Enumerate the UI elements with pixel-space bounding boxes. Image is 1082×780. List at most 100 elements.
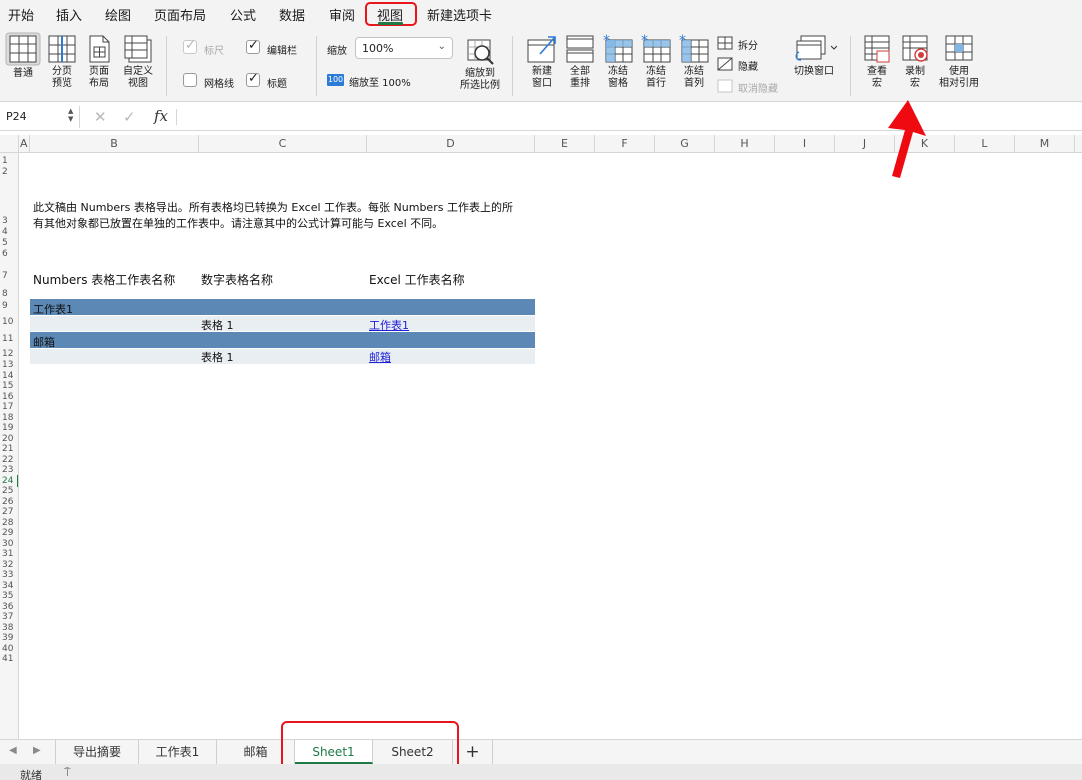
arrange-all-button[interactable]: 全部 重排 bbox=[562, 34, 598, 90]
row-header[interactable]: 21 bbox=[0, 444, 18, 454]
row-header[interactable]: 19 bbox=[0, 423, 18, 433]
row-header[interactable]: 6 bbox=[0, 249, 18, 259]
tab-data[interactable]: 数据 bbox=[279, 5, 305, 24]
tab-page-layout[interactable]: 页面布局 bbox=[154, 5, 206, 24]
select-all-corner[interactable] bbox=[0, 135, 19, 153]
row-header[interactable]: 10 bbox=[0, 317, 18, 327]
row-header[interactable]: 18 bbox=[0, 413, 18, 423]
page-layout-view-button[interactable]: 页面 布局 bbox=[82, 34, 116, 90]
record-macro-button[interactable]: 录制 宏 bbox=[898, 34, 932, 90]
row-header[interactable]: 36 bbox=[0, 602, 18, 612]
switch-windows-button[interactable]: 切换窗口 bbox=[788, 34, 840, 78]
name-box-value: P24 bbox=[6, 110, 27, 123]
confirm-icon[interactable]: ✓ bbox=[123, 108, 136, 126]
status-bar: 就绪 ⍑ bbox=[0, 764, 1082, 780]
name-box-stepper-icon[interactable]: ▲ ▼ bbox=[68, 107, 73, 123]
use-relative-references-button[interactable]: 使用 相对引用 bbox=[934, 34, 984, 90]
row-header[interactable]: 27 bbox=[0, 507, 18, 517]
column-header[interactable]: I bbox=[775, 135, 835, 153]
next-sheet-icon[interactable]: ▶ bbox=[33, 745, 41, 756]
zoom-to-selection-button[interactable]: 缩放到 所选比例 bbox=[456, 38, 504, 92]
row-header[interactable]: 28 bbox=[0, 518, 18, 528]
row-header[interactable]: 25 bbox=[0, 486, 18, 496]
row-header[interactable]: 14 bbox=[0, 371, 18, 381]
row-header[interactable]: 15 bbox=[0, 381, 18, 391]
formula-input[interactable] bbox=[180, 106, 1080, 128]
view-macros-button[interactable]: 查看 宏 bbox=[860, 34, 894, 90]
row-header[interactable]: 16 bbox=[0, 392, 18, 402]
row-header[interactable]: 3 bbox=[0, 216, 18, 226]
formula-bar-checkbox[interactable]: ✓ bbox=[246, 38, 260, 54]
row-header[interactable]: 35 bbox=[0, 591, 18, 601]
row-header[interactable]: 26 bbox=[0, 497, 18, 507]
record-macro-icon bbox=[902, 35, 928, 62]
row-header[interactable]: 40 bbox=[0, 644, 18, 654]
row-header[interactable]: 4 bbox=[0, 227, 18, 237]
page-break-preview-button[interactable]: 分页 预览 bbox=[44, 34, 80, 90]
gridlines-checkbox[interactable] bbox=[183, 73, 197, 87]
svg-text:*: * bbox=[679, 34, 686, 49]
custom-views-button[interactable]: 自定义 视图 bbox=[118, 34, 158, 90]
ruler-checkbox[interactable]: ✓ bbox=[183, 38, 197, 54]
ribbon-tab-bar: 开始 插入 绘图 页面布局 公式 数据 审阅 视图 新建选项卡 bbox=[0, 0, 1082, 28]
tab-draw[interactable]: 绘图 bbox=[105, 5, 131, 24]
row-header[interactable]: 37 bbox=[0, 612, 18, 622]
insert-function-icon[interactable]: fx bbox=[154, 107, 168, 125]
freeze-panes-button[interactable]: * 冻结 窗格 bbox=[600, 34, 636, 90]
row-header[interactable]: 31 bbox=[0, 549, 18, 559]
row-header[interactable]: 38 bbox=[0, 623, 18, 633]
sheet-link-worksheet1[interactable]: 工作表1 bbox=[369, 317, 409, 333]
freeze-top-row-button[interactable]: * 冻结 首行 bbox=[638, 34, 674, 90]
row-header[interactable]: 23 bbox=[0, 465, 18, 475]
row-header[interactable]: 33 bbox=[0, 570, 18, 580]
column-header[interactable]: L bbox=[955, 135, 1015, 153]
column-header[interactable]: F bbox=[595, 135, 655, 153]
row-header[interactable]: 32 bbox=[0, 560, 18, 570]
row-header[interactable]: 9 bbox=[0, 301, 18, 311]
row-header[interactable]: 20 bbox=[0, 434, 18, 444]
column-header[interactable]: D bbox=[367, 135, 535, 153]
sheet-grid[interactable]: 此文稿由 Numbers 表格导出。所有表格均已转换为 Excel 工作表。每张… bbox=[20, 153, 1082, 739]
row-header[interactable]: 12 bbox=[0, 349, 18, 359]
row-header[interactable]: 17 bbox=[0, 402, 18, 412]
column-header[interactable]: G bbox=[655, 135, 715, 153]
tab-new-tab[interactable]: 新建选项卡 bbox=[427, 5, 492, 24]
page-break-icon bbox=[48, 35, 76, 63]
cancel-icon[interactable]: ✕ bbox=[94, 108, 107, 126]
column-header[interactable]: H bbox=[715, 135, 775, 153]
tab-insert[interactable]: 插入 bbox=[56, 5, 82, 24]
row-header[interactable]: 5 bbox=[0, 238, 18, 248]
headings-checkbox[interactable]: ✓ bbox=[246, 71, 260, 87]
add-sheet-button[interactable]: + bbox=[453, 740, 493, 764]
accessibility-icon[interactable]: ⍑ bbox=[64, 766, 71, 780]
row-header[interactable]: 34 bbox=[0, 581, 18, 591]
sheet-link-mailbox[interactable]: 邮箱 bbox=[369, 349, 391, 365]
freeze-first-column-button[interactable]: * 冻结 首列 bbox=[676, 34, 712, 90]
row-header[interactable]: 2 bbox=[0, 167, 18, 177]
sheet-tab-export-summary[interactable]: 导出摘要 bbox=[55, 740, 139, 764]
freeze-column-icon: * bbox=[679, 34, 709, 63]
column-header[interactable]: C bbox=[199, 135, 367, 153]
row-header[interactable]: 29 bbox=[0, 528, 18, 538]
row-header[interactable]: 11 bbox=[0, 334, 18, 344]
row-header[interactable]: 41 bbox=[0, 654, 18, 664]
row-header[interactable]: 1 bbox=[0, 156, 18, 166]
tab-formulas[interactable]: 公式 bbox=[230, 5, 256, 24]
zoom-select[interactable]: 100% ⌄ bbox=[355, 37, 453, 59]
prev-sheet-icon[interactable]: ◀ bbox=[9, 745, 17, 756]
column-header[interactable]: A bbox=[19, 135, 30, 153]
row-header[interactable]: 22 bbox=[0, 455, 18, 465]
tab-home[interactable]: 开始 bbox=[8, 5, 34, 24]
sheet-tab-worksheet1[interactable]: 工作表1 bbox=[139, 740, 217, 764]
column-header[interactable]: B bbox=[30, 135, 199, 153]
tab-review[interactable]: 审阅 bbox=[329, 5, 355, 24]
column-header[interactable]: E bbox=[535, 135, 595, 153]
column-header[interactable]: M bbox=[1015, 135, 1075, 153]
row-header[interactable]: 7 bbox=[0, 271, 18, 281]
row-header[interactable]: 8 bbox=[0, 289, 18, 299]
row-header[interactable]: 13 bbox=[0, 360, 18, 370]
normal-view-button[interactable]: 普通 bbox=[4, 32, 42, 80]
new-window-button[interactable]: 新建 窗口 bbox=[524, 34, 560, 90]
row-header[interactable]: 30 bbox=[0, 539, 18, 549]
row-header[interactable]: 39 bbox=[0, 633, 18, 643]
